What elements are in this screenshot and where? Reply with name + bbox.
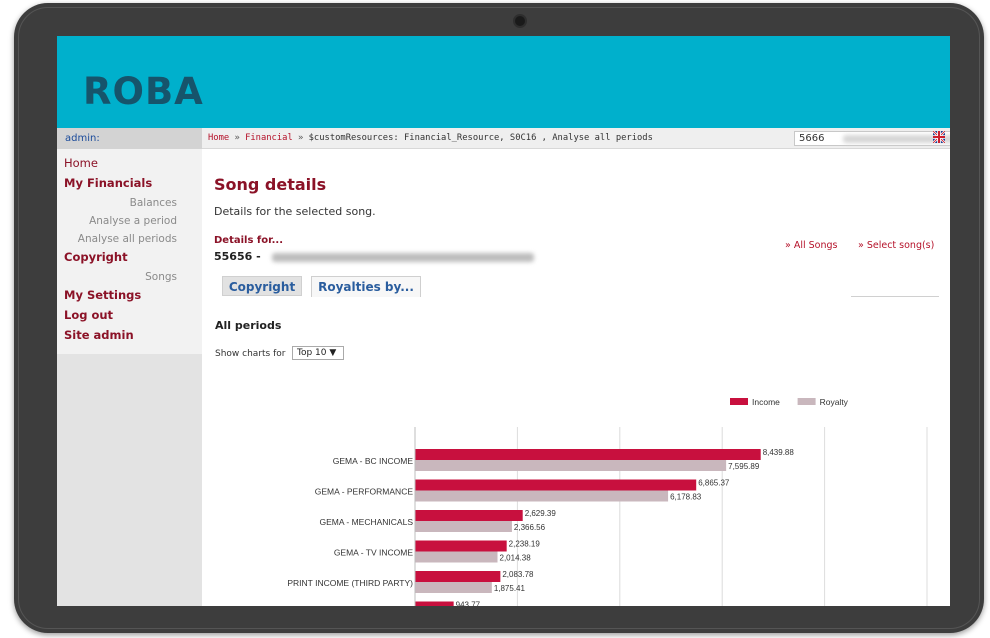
section-title: All periods bbox=[215, 319, 282, 332]
tab-copyright[interactable]: Copyright bbox=[222, 276, 302, 296]
flag-icon[interactable] bbox=[933, 131, 945, 143]
data-label: 943.77 bbox=[456, 601, 481, 607]
song-select-value: 5666 bbox=[799, 133, 825, 144]
data-label: 2,366.56 bbox=[514, 523, 546, 532]
category-label: GEMA - TV INCOME bbox=[334, 548, 414, 558]
user-label[interactable]: admin: bbox=[57, 128, 202, 149]
sidebar-item-copyright[interactable]: Copyright bbox=[57, 248, 202, 268]
data-label: 6,178.83 bbox=[670, 493, 702, 502]
details-for-label: Details for... bbox=[214, 235, 284, 246]
camera-icon bbox=[513, 14, 527, 28]
breadcrumb-current: $customResources: Financial_Resource, S0… bbox=[308, 133, 653, 143]
show-charts-label: Show charts for bbox=[215, 349, 286, 359]
data-label: 2,629.39 bbox=[525, 509, 557, 518]
bar bbox=[415, 601, 454, 606]
sidebar-item-analyse-all-periods[interactable]: Analyse all periods bbox=[57, 230, 202, 248]
main-content: Song details Details for the selected so… bbox=[202, 149, 950, 606]
song-select[interactable]: 5666 ▼ bbox=[794, 131, 950, 146]
category-label: GEMA - BC INCOME bbox=[333, 456, 414, 466]
legend-swatch bbox=[797, 398, 816, 405]
tab-royalties-by[interactable]: Royalties by... bbox=[311, 276, 421, 297]
data-label: 1,875.41 bbox=[494, 584, 526, 593]
data-label: 7,595.89 bbox=[728, 462, 760, 471]
select-songs-link[interactable]: » Select song(s) bbox=[858, 240, 934, 251]
sidebar-menu: Home My Financials Balances Analyse a pe… bbox=[57, 149, 202, 354]
sidebar-item-home[interactable]: Home bbox=[57, 154, 202, 174]
sidebar-item-my-settings[interactable]: My Settings bbox=[57, 286, 202, 306]
redacted-song-title bbox=[272, 253, 534, 262]
bar bbox=[415, 460, 727, 471]
category-label: GEMA - PERFORMANCE bbox=[315, 487, 414, 497]
sidebar: Home My Financials Balances Analyse a pe… bbox=[57, 149, 202, 606]
roba-logo[interactable]: ROBA bbox=[83, 70, 204, 113]
sidebar-item-analyse-a-period[interactable]: Analyse a period bbox=[57, 212, 202, 230]
royalties-bar-chart: Income Royalty GEMA - BC INCOME 8,439.887,5… bbox=[287, 397, 928, 607]
bar bbox=[415, 449, 761, 460]
bar bbox=[415, 571, 501, 582]
category-label: GEMA - MECHANICALS bbox=[319, 517, 413, 527]
bar bbox=[415, 510, 523, 521]
breadcrumb: Home » Financial » $customResources: Fin… bbox=[202, 128, 950, 149]
sidebar-item-my-financials[interactable]: My Financials bbox=[57, 174, 202, 194]
all-songs-link[interactable]: » All Songs bbox=[785, 240, 837, 251]
breadcrumb-separator: » bbox=[234, 133, 246, 143]
breadcrumb-financial[interactable]: Financial bbox=[245, 133, 293, 143]
tab-divider bbox=[851, 296, 939, 297]
bar bbox=[415, 479, 697, 491]
top-n-select[interactable]: Top 10 ▼ bbox=[292, 346, 344, 360]
category-label: PRINT INCOME (THIRD PARTY) bbox=[287, 578, 413, 588]
sidebar-item-site-admin[interactable]: Site admin bbox=[57, 326, 202, 346]
page-title: Song details bbox=[214, 175, 327, 194]
data-label: 8,439.88 bbox=[763, 448, 795, 457]
bar bbox=[415, 551, 498, 563]
screen: ROBA admin: Home » Financial » $customRe… bbox=[57, 36, 950, 606]
bar bbox=[415, 582, 492, 593]
bar bbox=[415, 540, 507, 552]
data-label: 6,865.37 bbox=[698, 479, 730, 488]
data-label: 2,083.78 bbox=[502, 570, 534, 579]
top-bar: admin: Home » Financial » $customResourc… bbox=[57, 128, 950, 149]
bar bbox=[415, 490, 669, 502]
song-id: 55656 - bbox=[214, 250, 261, 263]
site-header: ROBA bbox=[57, 36, 950, 128]
bar bbox=[415, 521, 512, 532]
data-label: 2,014.38 bbox=[500, 554, 532, 563]
sidebar-item-balances[interactable]: Balances bbox=[57, 194, 202, 212]
sidebar-item-songs[interactable]: Songs bbox=[57, 268, 202, 286]
legend-label: Royalty bbox=[820, 397, 849, 407]
legend-label: Income bbox=[752, 397, 780, 407]
breadcrumb-home[interactable]: Home bbox=[208, 133, 229, 143]
legend-swatch bbox=[730, 398, 748, 405]
page-description: Details for the selected song. bbox=[214, 205, 376, 218]
sidebar-item-log-out[interactable]: Log out bbox=[57, 306, 202, 326]
data-label: 2,238.19 bbox=[509, 540, 541, 549]
breadcrumb-separator: » bbox=[298, 133, 309, 143]
